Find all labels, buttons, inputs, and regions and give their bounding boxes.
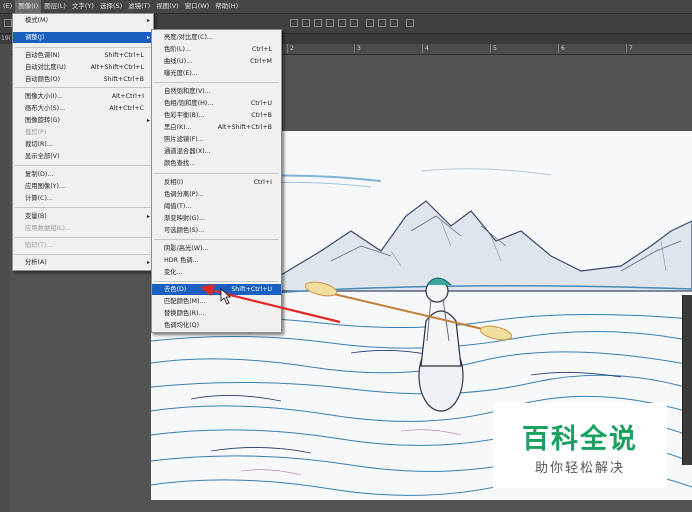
watermark-subtitle: 助你轻松解决	[534, 461, 625, 476]
arrow-head	[200, 284, 215, 296]
watermark-title: 百科全说	[522, 424, 638, 455]
annotation-arrow	[209, 288, 341, 324]
mouse-cursor-icon	[220, 288, 232, 305]
watermark-logo: 百科全说 助你轻松解决	[493, 403, 667, 488]
